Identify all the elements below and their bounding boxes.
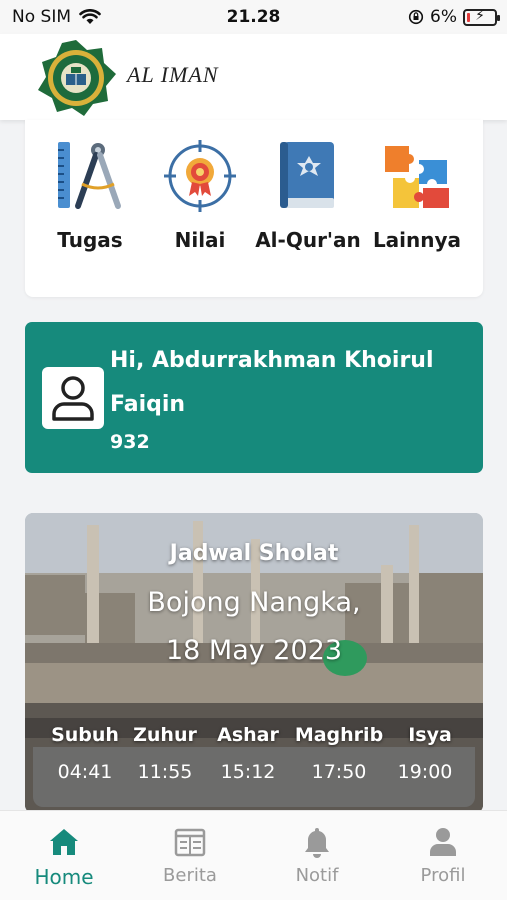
school-emblem-icon [38,40,116,116]
nav-label-profil: Profil [420,865,466,886]
app-header: AL IMAN [0,34,507,120]
prayer-name-maghrib: Maghrib [294,724,384,746]
menu-label-tugas: Tugas [57,228,123,252]
prayer-name-ashar: Ashar [217,724,279,746]
battery-percent: 6% [430,7,457,27]
prayer-date: 18 May 2023 [165,635,343,666]
nav-item-notif[interactable]: Notif [262,825,372,886]
avatar [42,367,104,429]
prayer-schedule-card[interactable]: Jadwal Sholat Bojong Nangka, 18 May 2023… [25,513,483,813]
prayer-time-ashar: 15:12 [220,761,276,783]
status-right: 6% ⚡ [408,7,500,27]
user-icon [430,828,456,856]
student-id: 932 [110,431,150,453]
greeting-name: Hi, Abdurrakhman Khoirul Faiqin [110,348,434,417]
prayer-location: Bojong Nangka, [147,587,361,618]
nav-item-home[interactable]: Home [9,825,119,889]
battery-icon: ⚡ [463,8,500,26]
menu-label-lainnya: Lainnya [372,228,462,252]
prayer-time-maghrib: 17:50 [311,761,367,783]
menu-item-lainnya[interactable]: Lainnya [361,138,473,252]
bell-icon [305,828,329,858]
quran-book-icon [280,142,334,208]
nav-label-berita: Berita [163,865,217,886]
prayer-name-isya: Isya [408,724,452,746]
menu-label-alquran: Al-Qur'an [255,228,361,252]
menu-item-tugas[interactable]: Tugas [34,138,146,252]
home-icon [50,829,78,855]
menu-label-nilai: Nilai [174,228,226,252]
ruler-compass-icon [58,142,121,209]
brand-title: AL IMAN [127,62,219,87]
nav-label-notif: Notif [295,865,339,886]
puzzle-icon [385,146,449,208]
award-target-icon [164,140,236,212]
prayer-times-panel: 04:41 11:55 15:12 17:50 19:00 [33,747,475,807]
nav-item-berita[interactable]: Berita [135,825,245,886]
prayer-time-isya: 19:00 [397,761,453,783]
news-icon [174,828,206,857]
orientation-lock-icon [408,9,424,25]
menu-card: Tugas Nilai Al-Qur'an Lainnya [25,120,483,297]
nav-label-home: Home [34,865,94,889]
bottom-nav: Home Berita Notif Profil [0,810,507,900]
greeting-card[interactable]: Hi, Abdurrakhman Khoirul Faiqin 932 [25,322,483,473]
nav-item-profil[interactable]: Profil [388,825,498,886]
prayer-title: Jadwal Sholat [169,541,339,566]
status-bar: No SIM 21.28 6% ⚡ [0,0,507,34]
menu-item-nilai[interactable]: Nilai [144,138,256,252]
prayer-names-row: Subuh Zuhur Ashar Maghrib Isya [25,724,483,754]
menu-item-alquran[interactable]: Al-Qur'an [252,138,364,252]
user-icon [52,376,94,421]
